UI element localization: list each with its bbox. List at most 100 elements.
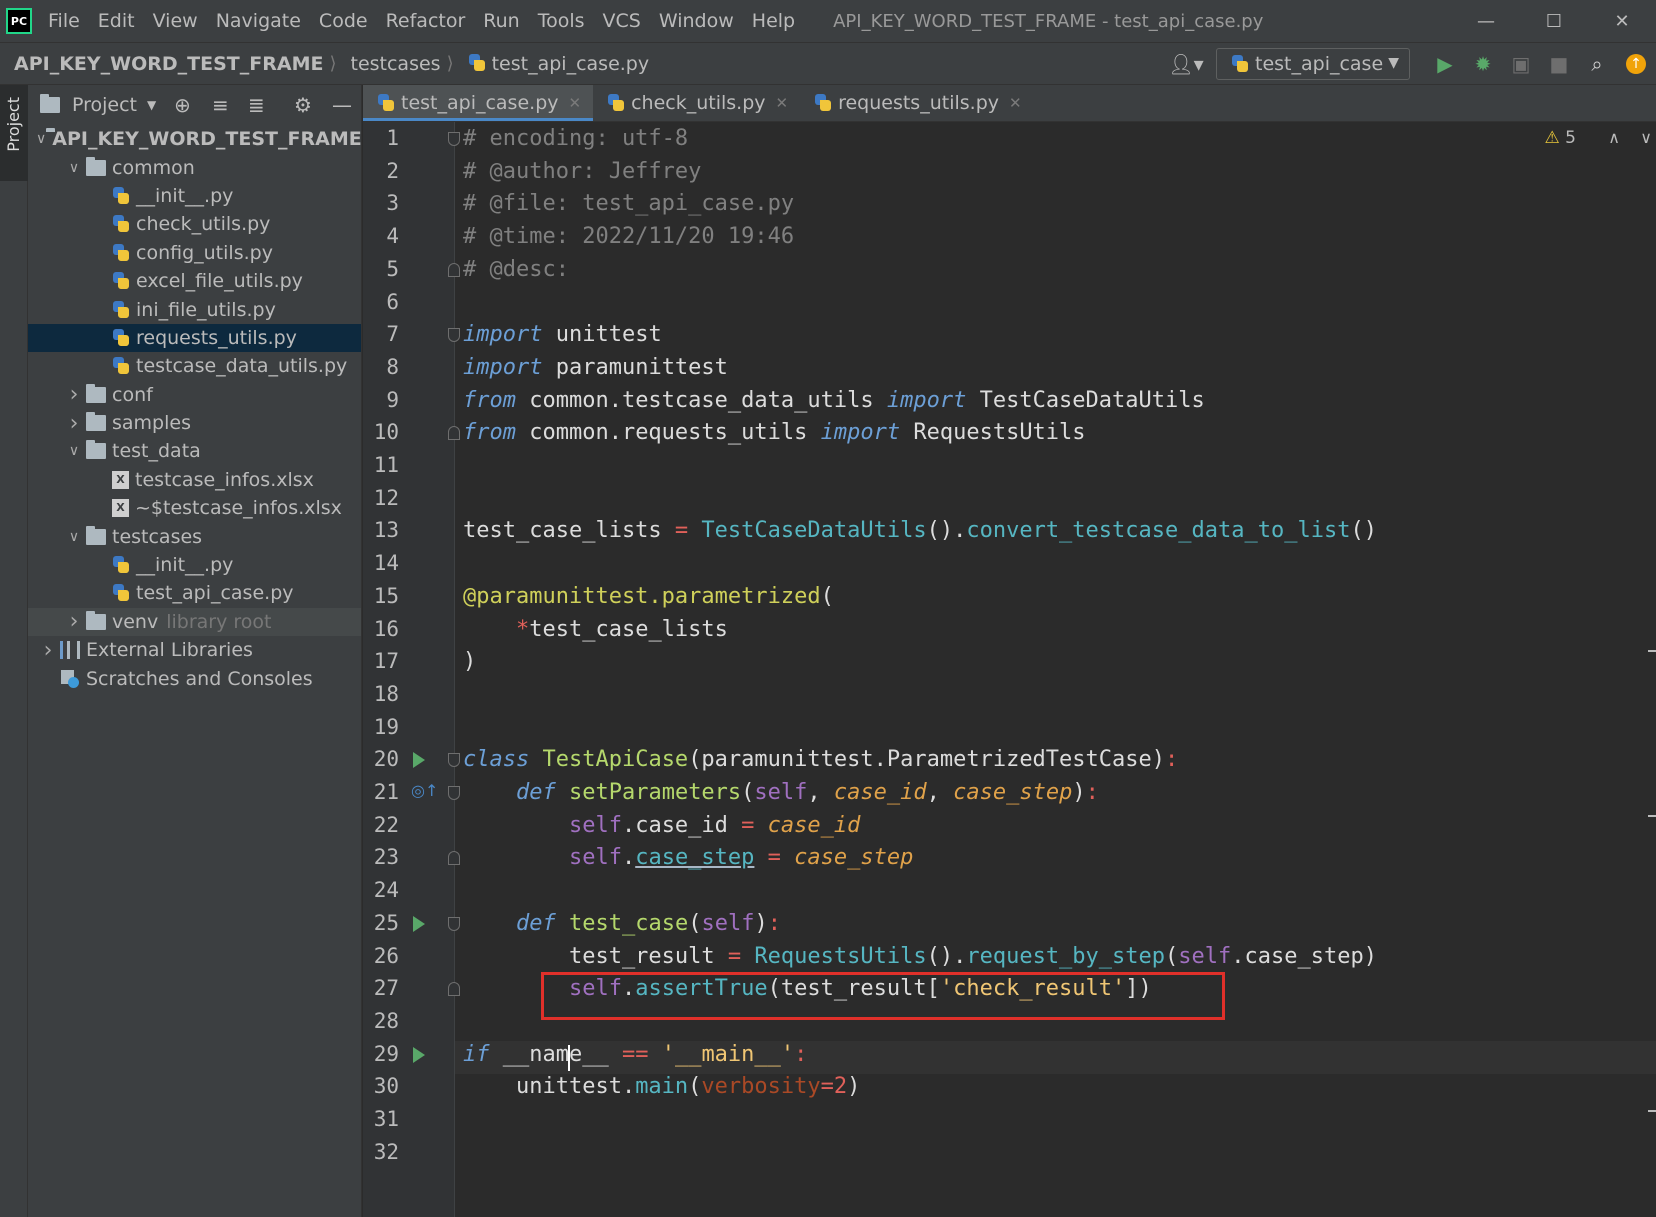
- tree-item[interactable]: ∨API_KEY_WORD_TEST_FRAMEE: [28, 125, 361, 153]
- tree-item[interactable]: requests_utils.py: [28, 323, 361, 353]
- code-line[interactable]: test_result = RequestsUtils().request_by…: [463, 940, 1377, 973]
- fold-icon[interactable]: [448, 262, 460, 277]
- code-line[interactable]: from common.requests_utils import Reques…: [463, 416, 1086, 449]
- project-tool-button[interactable]: Project: [0, 85, 28, 181]
- fold-icon[interactable]: [448, 426, 460, 441]
- menu-view[interactable]: View: [153, 10, 198, 32]
- tree-item[interactable]: test_api_case.py: [28, 579, 361, 607]
- code-line[interactable]: import paramunittest: [463, 351, 728, 384]
- override-gutter-icon[interactable]: ◎↑: [411, 781, 438, 800]
- menu-run[interactable]: Run: [483, 10, 519, 32]
- menu-refactor[interactable]: Refactor: [386, 10, 466, 32]
- run-gutter-icon[interactable]: [413, 915, 425, 932]
- stop-icon[interactable]: ■: [1540, 43, 1578, 85]
- close-icon[interactable]: ✕: [776, 94, 789, 112]
- tree-item[interactable]: X ~$testcase_infos.xlsx: [28, 494, 361, 522]
- project-panel-title[interactable]: Project: [72, 94, 137, 116]
- code-line[interactable]: # encoding: utf-8: [463, 122, 688, 155]
- fold-icon[interactable]: [448, 132, 460, 146]
- update-icon[interactable]: ↑: [1626, 54, 1646, 74]
- code-line[interactable]: def test_case(self):: [463, 907, 781, 940]
- search-icon[interactable]: ⌕: [1578, 43, 1616, 85]
- code-editor[interactable]: 1 2 3 4 5 6 7 8 9 10 11 12 13 14 15 16 17 18 19 20 21 22 23 24 2…: [363, 122, 1656, 1217]
- tree-item[interactable]: › samples: [28, 409, 361, 437]
- code-line[interactable]: self.case_id = case_id: [463, 809, 860, 842]
- breadcrumb-folder[interactable]: testcases: [337, 53, 441, 75]
- maximize-icon[interactable]: ☐: [1520, 0, 1588, 43]
- run-icon[interactable]: ▶: [1426, 43, 1464, 85]
- chevron-down-icon[interactable]: ∨: [62, 443, 86, 459]
- chevron-right-icon[interactable]: ›: [62, 609, 86, 634]
- menu-code[interactable]: Code: [319, 10, 368, 32]
- tree-item[interactable]: › venv library root: [28, 607, 361, 637]
- chevron-down-icon[interactable]: ∨: [62, 529, 86, 545]
- tree-item[interactable]: testcase_data_utils.py: [28, 352, 361, 380]
- tree-item[interactable]: config_utils.py: [28, 239, 361, 267]
- menu-window[interactable]: Window: [659, 10, 734, 32]
- scroll-marker[interactable]: [1648, 650, 1656, 652]
- warnings-indicator[interactable]: ⚠ 5: [1545, 128, 1576, 148]
- tree-item[interactable]: Xtestcase_infos.xlsx: [28, 466, 361, 494]
- tree-item[interactable]: __init__.py: [28, 182, 361, 210]
- tree-item[interactable]: ∨ testcases: [28, 522, 361, 550]
- fold-icon[interactable]: [448, 328, 460, 343]
- code-line[interactable]: if __name__ == '__main__':: [463, 1038, 807, 1071]
- tab-check-utils[interactable]: check_utils.py ✕: [593, 85, 800, 121]
- menu-help[interactable]: Help: [752, 10, 795, 32]
- hide-panel-icon[interactable]: —: [332, 93, 352, 117]
- tree-item[interactable]: Scratches and Consoles: [28, 664, 361, 692]
- chevron-down-icon[interactable]: ▼: [147, 98, 156, 112]
- code-line[interactable]: from common.testcase_data_utils import T…: [463, 384, 1205, 417]
- code-line[interactable]: # @time: 2022/11/20 19:46: [463, 220, 794, 253]
- code-line[interactable]: def setParameters(self, case_id, case_st…: [463, 776, 1099, 809]
- run-configuration-select[interactable]: test_api_case ▼: [1216, 48, 1410, 80]
- menu-tools[interactable]: Tools: [538, 10, 585, 32]
- close-icon[interactable]: ✕: [1009, 94, 1022, 112]
- close-window-icon[interactable]: ✕: [1588, 0, 1656, 43]
- breadcrumb-file[interactable]: test_api_case.py: [454, 53, 649, 75]
- tree-item[interactable]: › External Libraries: [28, 636, 361, 664]
- menu-navigate[interactable]: Navigate: [216, 10, 301, 32]
- debug-icon[interactable]: ✹: [1464, 43, 1502, 85]
- chevron-right-icon[interactable]: ›: [36, 638, 60, 663]
- tree-item[interactable]: ini_file_utils.py: [28, 295, 361, 323]
- tab-test-api-case[interactable]: test_api_case.py ✕: [363, 85, 594, 121]
- code-line[interactable]: test_case_lists = TestCaseDataUtils().co…: [463, 514, 1377, 547]
- code-line[interactable]: @paramunittest.parametrized(: [463, 580, 834, 613]
- tree-item[interactable]: › conf: [28, 381, 361, 409]
- chevron-down-icon[interactable]: ∨: [1640, 128, 1652, 147]
- run-gutter-icon[interactable]: [413, 752, 425, 769]
- fold-icon[interactable]: [448, 851, 460, 866]
- close-icon[interactable]: ✕: [569, 94, 582, 112]
- chevron-right-icon[interactable]: ›: [62, 411, 86, 436]
- tree-item[interactable]: ∨ test_data: [28, 437, 361, 465]
- scroll-marker[interactable]: [1648, 1110, 1656, 1112]
- chevron-down-icon[interactable]: ∨: [62, 160, 86, 176]
- code-line[interactable]: # @author: Jeffrey: [463, 155, 701, 188]
- code-line[interactable]: class TestApiCase(paramunittest.Parametr…: [463, 743, 1178, 776]
- run-gutter-icon[interactable]: [413, 1046, 425, 1063]
- code-line[interactable]: unittest.main(verbosity=2): [463, 1070, 860, 1103]
- tree-item[interactable]: excel_file_utils.py: [28, 267, 361, 295]
- tree-item[interactable]: ∨ common: [28, 153, 361, 181]
- chevron-up-icon[interactable]: ∧: [1608, 128, 1620, 147]
- menu-edit[interactable]: Edit: [98, 10, 135, 32]
- scroll-marker[interactable]: [1648, 815, 1656, 817]
- breadcrumb-project[interactable]: API_KEY_WORD_TEST_FRAME: [0, 53, 323, 75]
- chevron-down-icon[interactable]: ∨: [36, 131, 46, 147]
- collapse-all-icon[interactable]: ≣: [248, 93, 265, 117]
- locate-icon[interactable]: ⊕: [174, 93, 191, 117]
- expand-all-icon[interactable]: ≡: [212, 93, 229, 117]
- user-icon[interactable]: 👤︎▾: [1166, 52, 1206, 76]
- minimize-icon[interactable]: —: [1452, 0, 1520, 43]
- tree-item[interactable]: check_utils.py: [28, 210, 361, 238]
- tree-item[interactable]: __init__.py: [28, 551, 361, 579]
- fold-icon[interactable]: [448, 982, 460, 997]
- code-line[interactable]: self.case_step = case_step: [463, 841, 913, 874]
- code-line[interactable]: # @file: test_api_case.py: [463, 187, 794, 220]
- tab-requests-utils[interactable]: requests_utils.py ✕: [800, 85, 1034, 121]
- code-line[interactable]: # @desc:: [463, 253, 569, 286]
- fold-icon[interactable]: [448, 786, 460, 800]
- chevron-right-icon[interactable]: ›: [62, 382, 86, 407]
- coverage-icon[interactable]: ▣: [1502, 43, 1540, 85]
